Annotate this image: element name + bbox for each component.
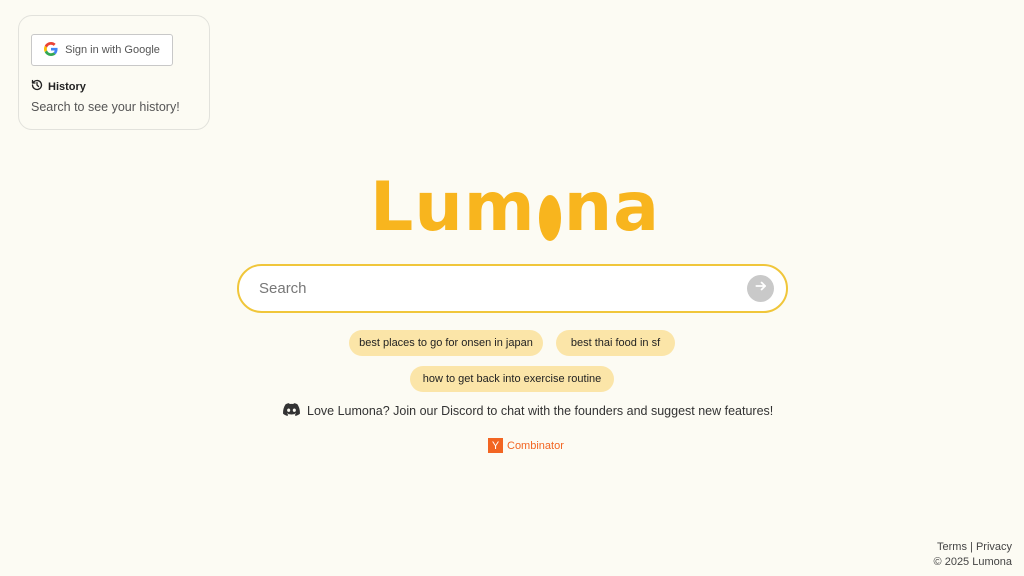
suggestion-chip[interactable]: best thai food in sf: [556, 330, 675, 356]
suggestion-chip[interactable]: how to get back into exercise routine: [410, 366, 614, 392]
discord-invite-text: Love Lumona? Join our Discord to chat wi…: [307, 404, 774, 418]
terms-link[interactable]: Terms: [937, 541, 967, 553]
discord-invite[interactable]: Love Lumona? Join our Discord to chat wi…: [283, 403, 773, 419]
logo-text-end: na: [563, 168, 660, 247]
yc-logo-icon: Y: [488, 438, 503, 453]
logo-sun-icon: [538, 195, 561, 241]
privacy-link[interactable]: Privacy: [976, 541, 1012, 553]
suggestion-chip[interactable]: best places to go for onsen in japan: [349, 330, 543, 356]
google-signin-label: Sign in with Google: [65, 44, 160, 56]
yc-label: Combinator: [507, 439, 564, 452]
search-submit-button[interactable]: [747, 275, 774, 302]
search-bar: [237, 264, 788, 313]
discord-icon: [283, 403, 300, 419]
logo-text-start: Lum: [370, 168, 536, 247]
history-icon: [31, 79, 43, 94]
copyright-text: © 2025 Lumona: [933, 556, 1012, 568]
lumona-logo: Lum na: [370, 172, 660, 242]
history-empty-text: Search to see your history!: [31, 100, 180, 114]
yc-badge[interactable]: Y Combinator: [488, 438, 564, 453]
history-title: History: [48, 80, 86, 93]
footer: Terms | Privacy © 2025 Lumona: [934, 540, 1012, 570]
arrow-right-icon: [754, 279, 768, 298]
footer-separator: |: [970, 541, 973, 553]
history-panel: Sign in with Google History Search to se…: [18, 15, 210, 130]
google-icon: [44, 41, 58, 59]
search-input[interactable]: [259, 280, 747, 297]
google-signin-button[interactable]: Sign in with Google: [31, 34, 173, 66]
history-heading: History: [31, 79, 86, 94]
